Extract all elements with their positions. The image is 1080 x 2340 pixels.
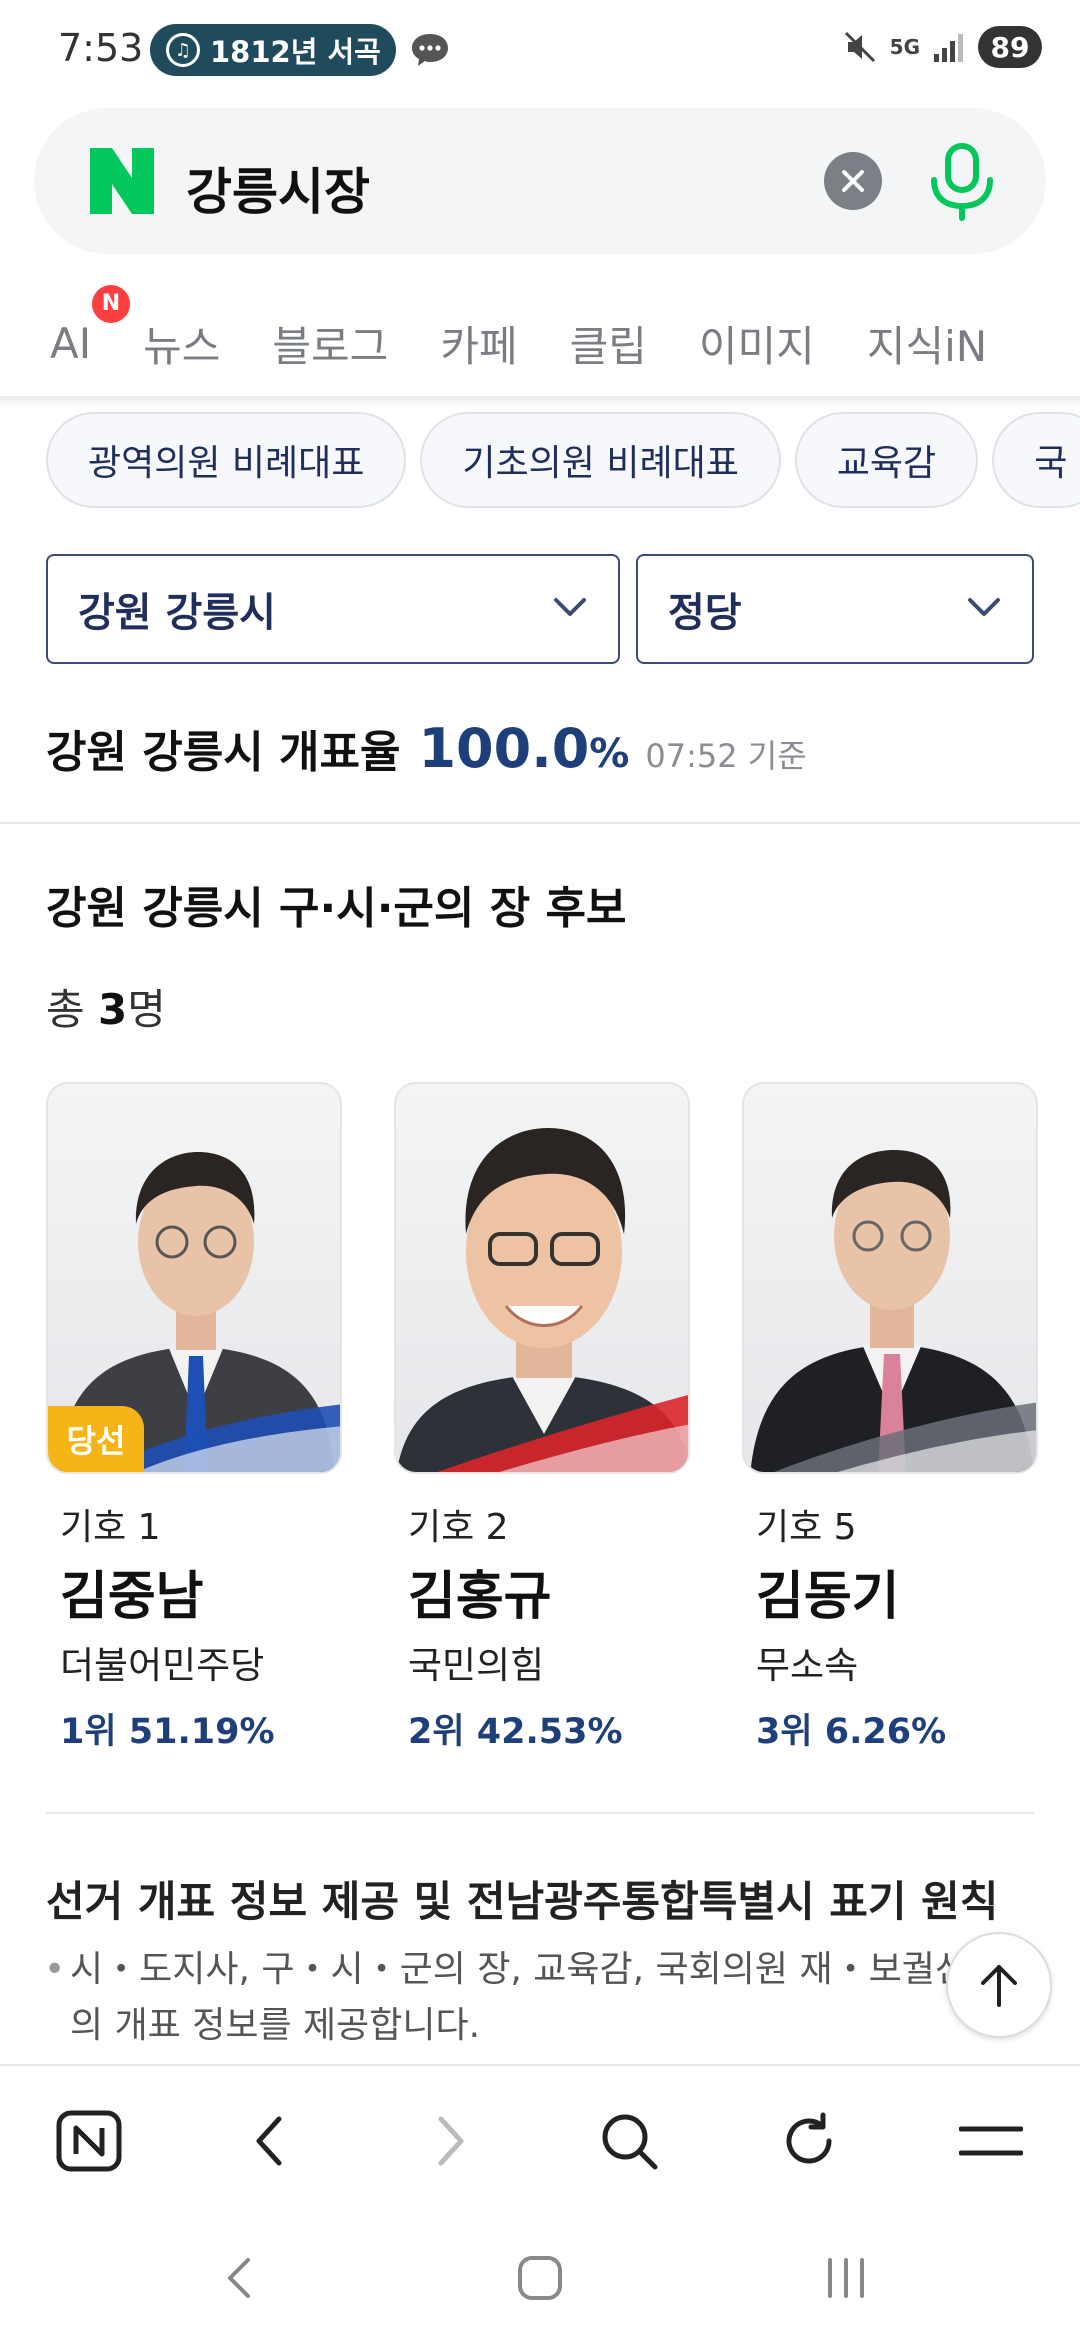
candidate-symbol: 기호 5 <box>756 1507 857 1548</box>
candidate-card[interactable]: 기호 5 김동기 무소속 3위 6.26% <box>742 1082 1038 1754</box>
notice-body: 시・도지사, 구・시・군의 장, 교육감, 국회의원 재・보궐선거의 개표 정보… <box>44 1942 1006 2054</box>
status-time: 7:53 <box>58 26 144 70</box>
system-nav-bar <box>0 2214 1080 2340</box>
party-select-value: 정당 <box>668 590 742 636</box>
battery-indicator: 89 <box>978 26 1042 68</box>
count-rate-title: 강원 강릉시 개표율 <box>46 727 401 778</box>
tabs-divider <box>0 396 1080 408</box>
count-rate: 강원 강릉시 개표율 100.0 % 07:52 기준 <box>46 716 807 780</box>
notice-title: 선거 개표 정보 제공 및 전남광주통합특별시 표기 원칙 <box>46 1877 999 1926</box>
candidate-total: 총 3명 <box>46 976 166 1037</box>
nav-recents-icon[interactable] <box>816 2248 876 2308</box>
tab-ai[interactable]: AI N <box>50 284 130 368</box>
search-button[interactable] <box>594 2106 664 2176</box>
candidate-name[interactable]: 김동기 <box>742 1554 1038 1629</box>
tab-news[interactable]: 뉴스 <box>143 313 220 374</box>
candidate-photo[interactable]: 당선 <box>46 1082 342 1474</box>
candidate-party: 국민의힘 <box>408 1644 545 1687</box>
count-rate-value: 100.0 <box>418 717 590 780</box>
back-button[interactable] <box>234 2106 304 2176</box>
candidate-party: 무소속 <box>756 1644 859 1687</box>
forward-button[interactable] <box>416 2106 486 2176</box>
tab-image[interactable]: 이미지 <box>699 313 815 374</box>
candidate-photo[interactable] <box>742 1082 1038 1474</box>
candidate-portrait-image <box>396 1128 688 1472</box>
candidate-name[interactable]: 김중남 <box>46 1554 342 1629</box>
tab-blog[interactable]: 블로그 <box>272 313 388 374</box>
search-tabs: AI N 뉴스 블로그 카페 클립 이미지 지식iN <box>0 284 1080 398</box>
media-title: 1812년 서곡 <box>210 35 381 69</box>
hamburger-menu-icon <box>959 2126 1023 2156</box>
candidate-card[interactable]: 기호 2 김홍규 국민의힘 2위 42.53% <box>394 1082 690 1754</box>
party-select[interactable]: 정당 <box>636 554 1034 664</box>
refresh-button[interactable] <box>774 2106 844 2176</box>
nav-home-icon[interactable] <box>510 2248 570 2308</box>
chat-bubble-icon <box>412 34 448 66</box>
mute-icon <box>844 31 875 63</box>
candidate-result: 2위 42.53% <box>408 1712 623 1752</box>
section-divider <box>0 822 1080 824</box>
count-rate-unit: % <box>589 731 630 777</box>
chevron-down-icon <box>554 598 586 616</box>
election-category-chips: 광역의원 비례대표 기초의원 비례대표 교육감 국 <box>46 412 1080 508</box>
candidate-photo[interactable] <box>394 1082 690 1474</box>
candidates-section-title: 강원 강릉시 구·시·군의 장 후보 <box>46 883 627 934</box>
candidate-portrait-image <box>750 1150 1036 1472</box>
signal-icon <box>934 34 963 62</box>
media-playing-pill[interactable]: ♫ 1812년 서곡 <box>150 24 396 76</box>
menu-button[interactable] <box>956 2106 1026 2176</box>
status-bar: 7:53 ♫ 1812년 서곡 5G 89 <box>0 0 1080 100</box>
new-badge: N <box>92 284 130 323</box>
chip-superintendent[interactable]: 교육감 <box>794 412 979 508</box>
candidate-party: 더불어민주당 <box>60 1644 265 1687</box>
candidate-card[interactable]: 당선 기호 1 김중남 더불어민주당 1위 51.19% <box>46 1082 342 1754</box>
tab-kin[interactable]: 지식iN <box>867 313 987 374</box>
total-suffix: 명 <box>127 985 166 1034</box>
candidate-result: 1위 51.19% <box>60 1712 275 1752</box>
naver-home-button[interactable] <box>54 2106 124 2176</box>
count-rate-time: 07:52 기준 <box>645 737 807 775</box>
chip-metro-proportional[interactable]: 광역의원 비례대표 <box>46 412 407 508</box>
chevron-down-icon <box>968 598 1000 616</box>
tab-cafe[interactable]: 카페 <box>440 313 517 374</box>
nav-back-icon[interactable] <box>210 2248 270 2308</box>
chevron-right-icon <box>438 2116 464 2166</box>
tab-clip[interactable]: 클립 <box>570 313 647 374</box>
voice-search-mic-icon[interactable] <box>926 142 998 222</box>
candidate-result: 3위 6.26% <box>756 1712 947 1752</box>
search-icon <box>602 2114 658 2170</box>
candidate-symbol: 기호 2 <box>408 1507 509 1548</box>
section-divider <box>46 1812 1034 1814</box>
refresh-icon <box>786 2112 832 2164</box>
scroll-to-top-button[interactable] <box>946 1932 1052 2038</box>
browser-toolbar <box>0 2064 1080 2214</box>
region-select[interactable]: 강원 강릉시 <box>46 554 620 664</box>
search-query-text[interactable]: 강릉시장 <box>186 152 370 224</box>
clear-search-button[interactable] <box>824 152 882 210</box>
music-note-icon: ♫ <box>166 33 200 67</box>
arrow-up-icon <box>981 1965 1017 2007</box>
search-bar[interactable]: 강릉시장 <box>34 108 1046 254</box>
close-icon <box>842 170 864 192</box>
network-5g-label: 5G <box>889 35 920 59</box>
chevron-left-icon <box>256 2116 282 2166</box>
chip-national-assembly[interactable]: 국 <box>992 412 1080 508</box>
naver-n-icon <box>56 2110 122 2172</box>
candidate-name[interactable]: 김홍규 <box>394 1554 690 1629</box>
naver-logo-icon[interactable] <box>90 148 154 214</box>
chip-local-proportional[interactable]: 기초의원 비례대표 <box>420 412 781 508</box>
candidate-symbol: 기호 1 <box>60 1507 161 1548</box>
total-count: 3 <box>98 985 128 1034</box>
total-prefix: 총 <box>46 985 98 1034</box>
tab-ai-label: AI <box>50 318 92 368</box>
winner-badge: 당선 <box>48 1406 144 1472</box>
region-select-value: 강원 강릉시 <box>78 590 276 636</box>
